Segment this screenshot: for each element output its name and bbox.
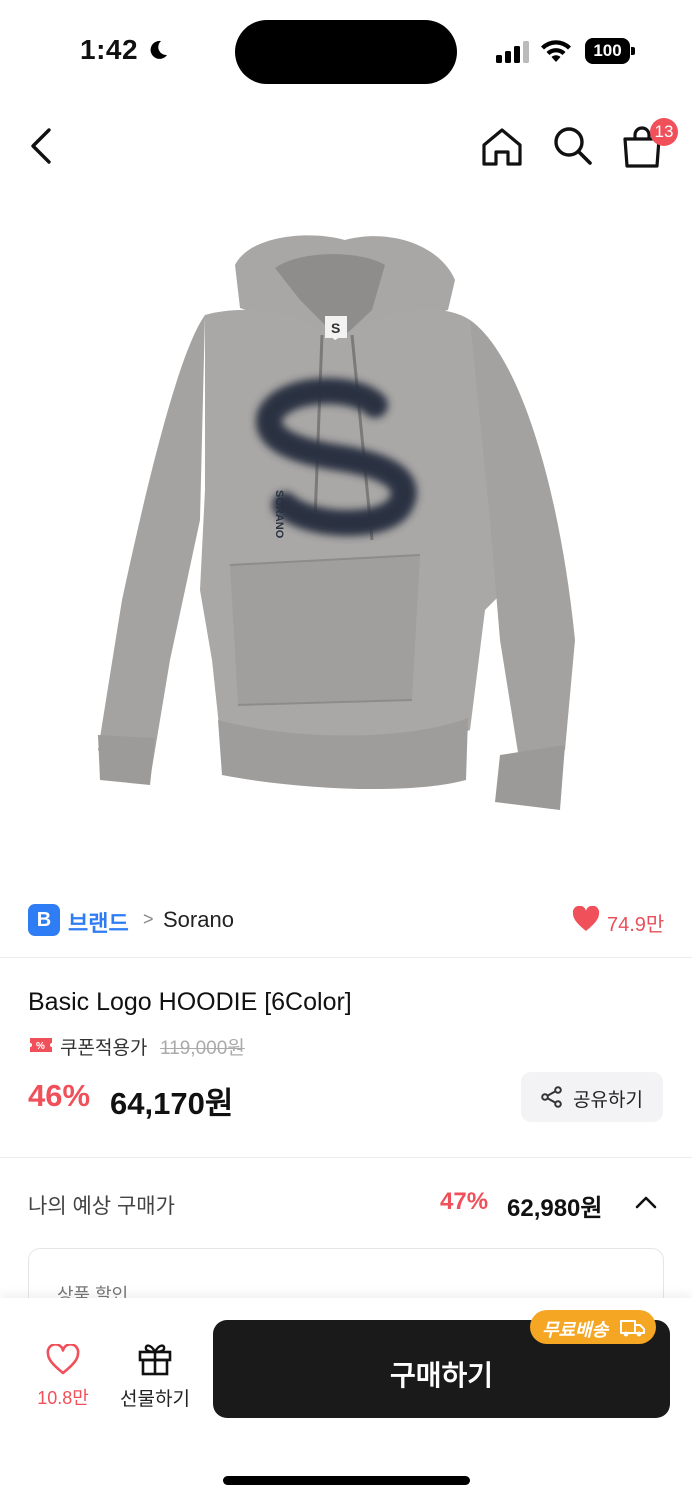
brand-name-link[interactable]: Sorano — [163, 907, 234, 933]
signal-icon — [496, 41, 529, 63]
home-indicator — [223, 1476, 470, 1485]
estimated-discount: 47% — [440, 1188, 489, 1215]
right-cuff — [495, 745, 565, 810]
status-bar: 1:42 100 — [0, 0, 692, 100]
product-image[interactable]: S SORANO — [0, 190, 692, 870]
divider — [0, 957, 692, 958]
free-shipping-badge: 무료배송 — [530, 1310, 656, 1344]
status-time: 1:42 — [80, 34, 139, 65]
heart-outline-icon — [46, 1344, 80, 1375]
chevron-up-icon[interactable] — [634, 1192, 658, 1212]
wifi-icon — [541, 40, 571, 62]
share-icon — [541, 1086, 562, 1108]
original-price: 119,000원 — [160, 1038, 245, 1059]
share-button[interactable]: 공유하기 — [521, 1072, 663, 1122]
search-icon[interactable] — [551, 124, 593, 168]
battery-level: 100 — [585, 38, 630, 64]
brand-label[interactable]: 브랜드 — [68, 906, 129, 938]
chevron-right-icon: > — [143, 909, 154, 929]
battery-indicator: 100 — [585, 38, 635, 64]
product-title: Basic Logo HOODIE [6Color] — [28, 988, 352, 1016]
gift-icon — [138, 1344, 172, 1376]
left-sleeve — [98, 315, 205, 780]
divider — [0, 1157, 692, 1158]
bottom-action-bar: 10.8만 선물하기 구매하기 무료배송 — [0, 1298, 692, 1500]
moon-icon — [150, 40, 167, 59]
back-arrow-icon[interactable] — [22, 124, 62, 168]
left-cuff — [98, 735, 155, 785]
brand-like-count: 74.9만 — [607, 914, 665, 936]
top-navigation: 13 — [0, 110, 692, 185]
dynamic-island — [235, 20, 457, 84]
pocket — [230, 555, 420, 705]
buy-label: 구매하기 — [389, 1360, 494, 1391]
gift-label: 선물하기 — [120, 1389, 190, 1410]
free-shipping-label: 무료배송 — [542, 1320, 609, 1340]
gift-button[interactable]: 선물하기 — [115, 1338, 195, 1410]
brand-row: B 브랜드 > Sorano 74.9만 — [28, 900, 668, 940]
heart-icon[interactable] — [572, 906, 600, 932]
battery-cap — [631, 47, 635, 55]
brand-badge: B — [28, 904, 60, 936]
share-label: 공유하기 — [573, 1090, 643, 1111]
estimated-price-label: 나의 예상 구매가 — [28, 1195, 175, 1218]
coupon-price-label: 쿠폰적용가 — [60, 1038, 148, 1059]
wishlist-button[interactable]: 10.8만 — [28, 1338, 98, 1408]
home-icon[interactable] — [480, 126, 524, 168]
cart-count-badge: 13 — [650, 118, 678, 146]
logo-vertical-text: SORANO — [273, 490, 285, 539]
discount-rate: 46% — [28, 1078, 91, 1113]
hoodie-tag-text: S — [331, 320, 340, 336]
truck-icon — [620, 1320, 645, 1337]
estimated-price: 62,980원 — [507, 1195, 603, 1222]
svg-text:%: % — [36, 1041, 45, 1052]
wishlist-count: 10.8만 — [37, 1388, 89, 1408]
coupon-icon: % — [30, 1038, 52, 1052]
sale-price: 64,170원 — [110, 1086, 234, 1121]
